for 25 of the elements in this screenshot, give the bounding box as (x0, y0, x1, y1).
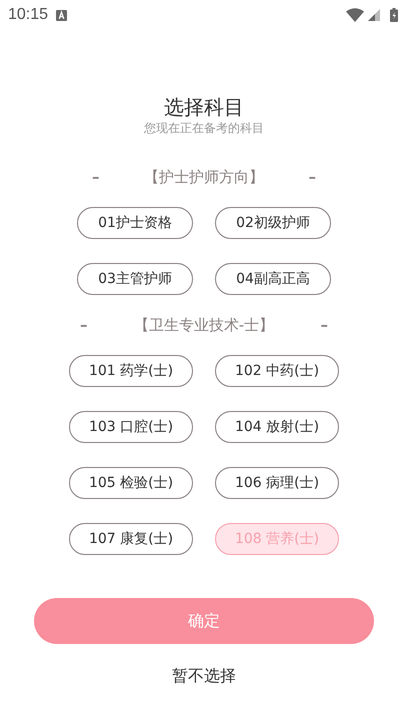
status-time: 10:15 (8, 6, 48, 24)
page-title: 选择科目 (163, 94, 245, 120)
dash: – (92, 168, 100, 186)
dash: – (320, 316, 328, 334)
battery-icon (390, 8, 398, 22)
notification-icon (56, 10, 68, 20)
section-heading: 【卫生专业技术-士】 (134, 316, 274, 334)
skip-button[interactable]: 暂不选择 (172, 666, 236, 687)
subject-option[interactable]: 103 口腔(士) (69, 411, 193, 443)
subject-option[interactable]: 102 中药(士) (215, 355, 339, 387)
subject-option[interactable]: 107 康复(士) (69, 523, 193, 555)
subject-option[interactable]: 03主管护师 (77, 263, 193, 295)
section-heading: 【护士护师方向】 (144, 168, 264, 186)
subject-option[interactable]: 04副高正高 (215, 263, 331, 295)
dash: – (80, 316, 88, 334)
subject-option[interactable]: 101 药学(士) (69, 355, 193, 387)
subject-option[interactable]: 106 病理(士) (215, 467, 339, 499)
subject-option[interactable]: 01护士资格 (77, 207, 193, 239)
wifi-icon (346, 8, 364, 22)
dash: – (308, 168, 316, 186)
subject-option[interactable]: 105 检验(士) (69, 467, 193, 499)
page-subtitle: 您现在正在备考的科目 (143, 120, 265, 137)
subject-option[interactable]: 104 放射(士) (215, 411, 339, 443)
subject-option[interactable]: 02初级护师 (215, 207, 331, 239)
signal-icon (368, 9, 380, 21)
